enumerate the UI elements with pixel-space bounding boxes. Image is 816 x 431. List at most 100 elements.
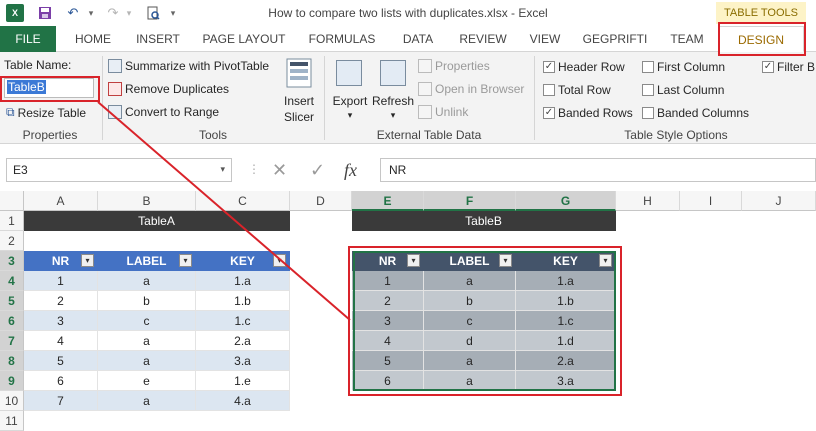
tableA-cell[interactable]: 1.e bbox=[196, 371, 290, 391]
last-column-checkbox[interactable]: Last Column bbox=[642, 83, 724, 97]
insert-function-icon[interactable]: fx bbox=[344, 158, 357, 182]
tableB-cell[interactable]: a bbox=[424, 371, 516, 391]
tableB-cell[interactable]: c bbox=[424, 311, 516, 331]
column-header-e[interactable]: E bbox=[352, 191, 424, 211]
worksheet-grid[interactable]: ABCDEFGHIJ 1 2 3 4 5 6 7 8 9 10 11 TableA TableB NR ▾… bbox=[0, 191, 816, 431]
column-header-f[interactable]: F bbox=[424, 191, 516, 211]
name-box[interactable]: E3 ▾ bbox=[6, 158, 232, 182]
tableA-cell[interactable]: 3 bbox=[24, 311, 98, 331]
row-header-9[interactable]: 9 bbox=[0, 371, 24, 391]
enter-formula-icon[interactable]: ✓ bbox=[310, 158, 325, 182]
column-header-b[interactable]: B bbox=[98, 191, 196, 211]
tab-data[interactable]: DATA bbox=[390, 26, 446, 52]
tableB-title[interactable]: TableB bbox=[352, 211, 616, 231]
tableB-cell[interactable]: 5 bbox=[352, 351, 424, 371]
table-name-field[interactable]: TableB bbox=[4, 78, 94, 98]
properties-button[interactable]: Properties bbox=[418, 59, 490, 73]
cancel-formula-icon[interactable]: ✕ bbox=[272, 158, 287, 182]
tableA-cell[interactable]: 2.a bbox=[196, 331, 290, 351]
tableA-cell[interactable]: e bbox=[98, 371, 196, 391]
column-header-j[interactable]: J bbox=[742, 191, 816, 211]
tableA-cell[interactable]: c bbox=[98, 311, 196, 331]
insert-slicer-button[interactable]: Insert Slicer bbox=[282, 56, 316, 126]
select-all-corner[interactable] bbox=[0, 191, 24, 211]
tab-formulas[interactable]: FORMULAS bbox=[302, 26, 382, 52]
total-row-checkbox[interactable]: Total Row bbox=[543, 83, 611, 97]
row-header-4[interactable]: 4 bbox=[0, 271, 24, 291]
tableA-header-key[interactable]: KEY ▾ bbox=[196, 251, 290, 271]
tableA-cell[interactable]: a bbox=[98, 351, 196, 371]
remove-duplicates-button[interactable]: Remove Duplicates bbox=[108, 82, 229, 96]
filter-dropdown-icon[interactable]: ▾ bbox=[407, 254, 420, 267]
tableB-cell[interactable]: 1 bbox=[352, 271, 424, 291]
summarize-pivot-button[interactable]: Summarize with PivotTable bbox=[108, 59, 269, 73]
tableA-header-nr[interactable]: NR ▾ bbox=[24, 251, 98, 271]
tableB-cell[interactable]: 4 bbox=[352, 331, 424, 351]
tableA-cell[interactable]: 1 bbox=[24, 271, 98, 291]
tableB-header-nr[interactable]: NR ▾ bbox=[352, 251, 424, 271]
tableA-cell[interactable]: 1.a bbox=[196, 271, 290, 291]
column-header-g[interactable]: G bbox=[516, 191, 616, 211]
tab-file[interactable]: FILE bbox=[0, 26, 56, 52]
row-header-11[interactable]: 11 bbox=[0, 411, 24, 431]
banded-rows-checkbox[interactable]: ✓ Banded Rows bbox=[543, 106, 633, 120]
resize-table-button[interactable]: ⧉ Resize Table bbox=[6, 105, 86, 120]
tab-page-layout[interactable]: PAGE LAYOUT bbox=[194, 26, 294, 52]
tableA-cell[interactable]: 6 bbox=[24, 371, 98, 391]
column-header-a[interactable]: A bbox=[24, 191, 98, 211]
row-header-1[interactable]: 1 bbox=[0, 211, 24, 231]
tableB-cell[interactable]: 2.a bbox=[516, 351, 616, 371]
filter-dropdown-icon[interactable]: ▾ bbox=[273, 254, 286, 267]
tab-team[interactable]: TEAM bbox=[660, 26, 714, 52]
tableB-cell[interactable]: 2 bbox=[352, 291, 424, 311]
tableA-cell[interactable]: 4.a bbox=[196, 391, 290, 411]
tableB-cell[interactable]: 6 bbox=[352, 371, 424, 391]
open-in-browser-button[interactable]: Open in Browser bbox=[418, 82, 524, 96]
tableB-cell[interactable]: d bbox=[424, 331, 516, 351]
filter-dropdown-icon[interactable]: ▾ bbox=[599, 254, 612, 267]
tableA-cell[interactable]: a bbox=[98, 331, 196, 351]
tableA-cell[interactable]: 1.c bbox=[196, 311, 290, 331]
tab-gegprifti[interactable]: GEGPRIFTI bbox=[580, 26, 650, 52]
refresh-button[interactable]: Refresh ▾ bbox=[372, 56, 414, 126]
tableB-cell[interactable]: 3.a bbox=[516, 371, 616, 391]
tableB-cell[interactable]: 1.b bbox=[516, 291, 616, 311]
tableB-cell[interactable]: 1.d bbox=[516, 331, 616, 351]
row-header-2[interactable]: 2 bbox=[0, 231, 24, 251]
first-column-checkbox[interactable]: First Column bbox=[642, 60, 725, 74]
tableB-cell[interactable]: 1.a bbox=[516, 271, 616, 291]
tableA-cell[interactable]: a bbox=[98, 391, 196, 411]
column-header-d[interactable]: D bbox=[290, 191, 352, 211]
tableA-cell[interactable]: 4 bbox=[24, 331, 98, 351]
tableB-header-label[interactable]: LABEL ▾ bbox=[424, 251, 516, 271]
tableA-cell[interactable]: a bbox=[98, 271, 196, 291]
tableB-cell[interactable]: 3 bbox=[352, 311, 424, 331]
banded-columns-checkbox[interactable]: Banded Columns bbox=[642, 106, 749, 120]
unlink-button[interactable]: Unlink bbox=[418, 105, 468, 119]
name-box-dropdown-icon[interactable]: ▾ bbox=[220, 164, 225, 175]
row-header-6[interactable]: 6 bbox=[0, 311, 24, 331]
tableA-title[interactable]: TableA bbox=[24, 211, 290, 231]
tableA-header-label[interactable]: LABEL ▾ bbox=[98, 251, 196, 271]
filter-dropdown-icon[interactable]: ▾ bbox=[81, 254, 94, 267]
row-header-8[interactable]: 8 bbox=[0, 351, 24, 371]
tableA-cell[interactable]: 5 bbox=[24, 351, 98, 371]
tableB-cell[interactable]: 1.c bbox=[516, 311, 616, 331]
filter-button-checkbox[interactable]: ✓ Filter B bbox=[762, 60, 815, 74]
filter-dropdown-icon[interactable]: ▾ bbox=[179, 254, 192, 267]
tableA-cell[interactable]: b bbox=[98, 291, 196, 311]
column-header-c[interactable]: C bbox=[196, 191, 290, 211]
convert-to-range-button[interactable]: Convert to Range bbox=[108, 105, 219, 119]
column-header-i[interactable]: I bbox=[680, 191, 742, 211]
tab-design[interactable]: DESIGN bbox=[718, 26, 804, 52]
row-header-3[interactable]: 3 bbox=[0, 251, 24, 271]
column-header-h[interactable]: H bbox=[616, 191, 680, 211]
tableA-cell[interactable]: 7 bbox=[24, 391, 98, 411]
tableB-cell[interactable]: a bbox=[424, 271, 516, 291]
tableB-cell[interactable]: b bbox=[424, 291, 516, 311]
tableB-header-key[interactable]: KEY ▾ bbox=[516, 251, 616, 271]
tab-view[interactable]: VIEW bbox=[522, 26, 568, 52]
tableA-cell[interactable]: 3.a bbox=[196, 351, 290, 371]
row-header-5[interactable]: 5 bbox=[0, 291, 24, 311]
filter-dropdown-icon[interactable]: ▾ bbox=[499, 254, 512, 267]
